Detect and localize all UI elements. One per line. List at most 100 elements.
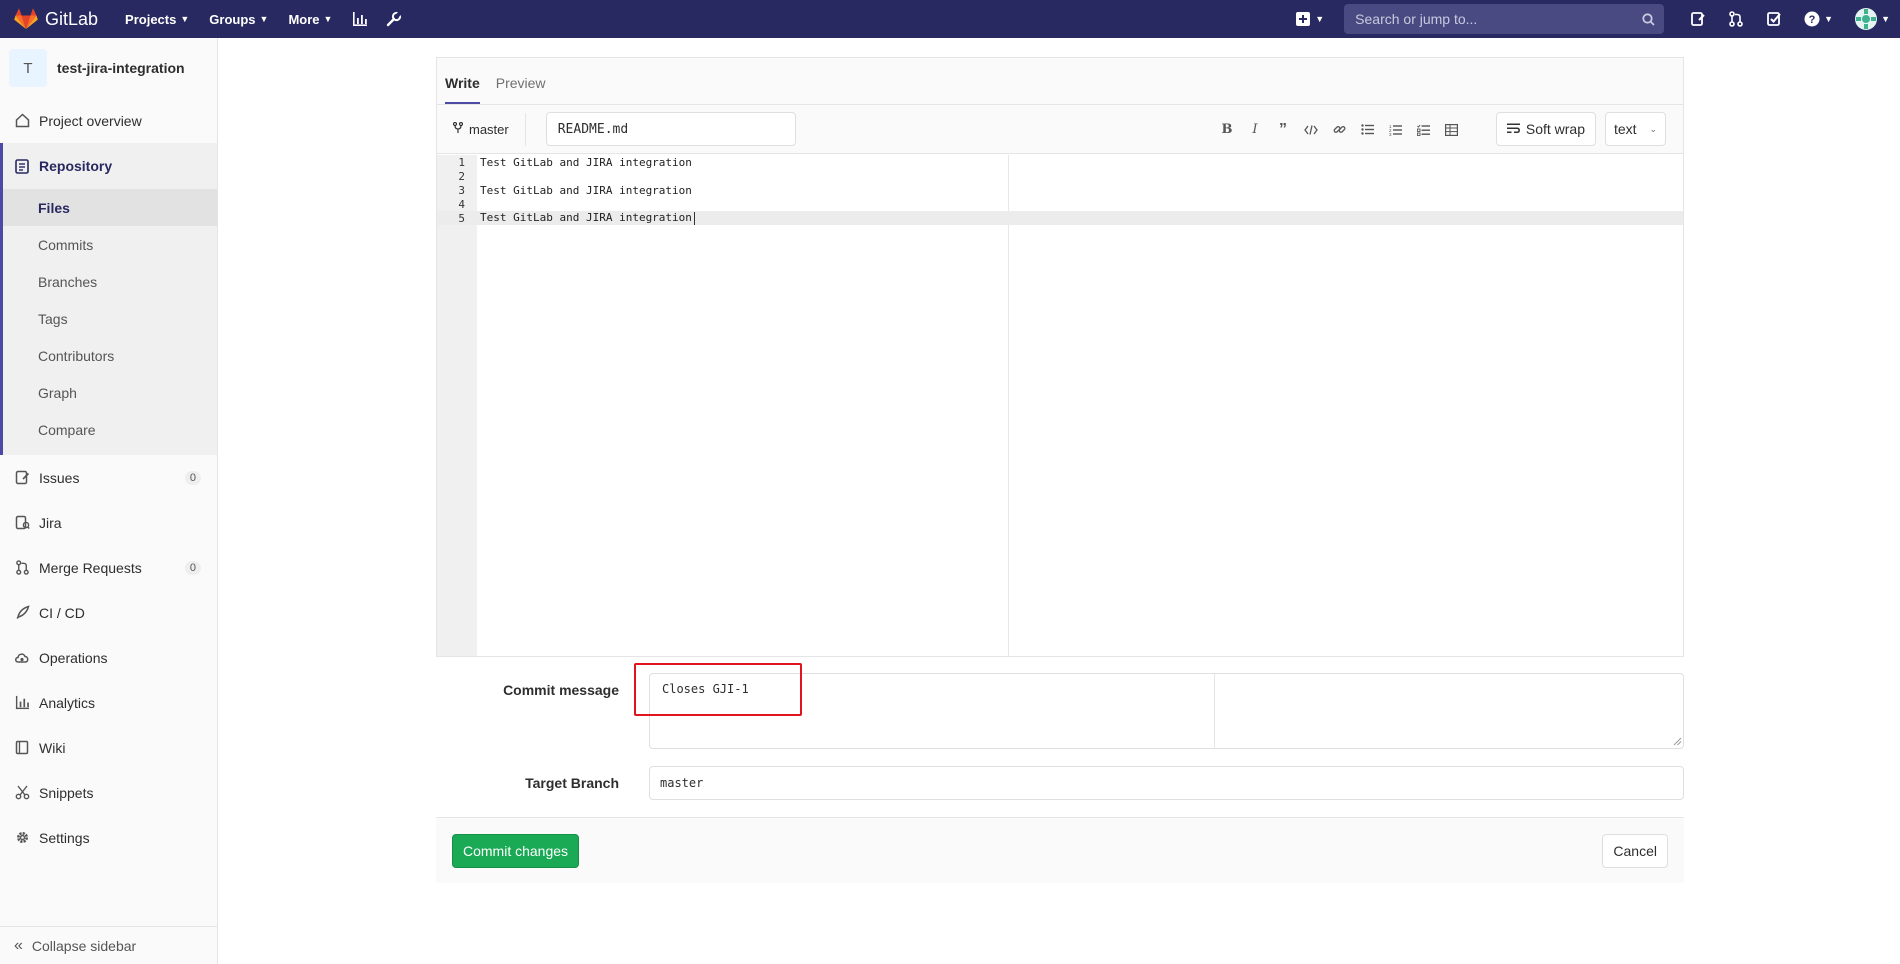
commit-changes-button[interactable]: Commit changes (452, 834, 580, 868)
sidebar-subitem-files[interactable]: Files (3, 189, 217, 226)
line-number-gutter (437, 155, 477, 656)
new-item-dropdown[interactable]: ▼ (1296, 12, 1324, 26)
help-icon[interactable]: ? ▼ (1804, 11, 1833, 27)
commit-message-field[interactable]: Closes GJI-1 (649, 673, 1684, 749)
chevron-down-icon: ▼ (1824, 14, 1834, 24)
sidebar-item-label: Analytics (39, 694, 96, 711)
chevron-down-icon: ▼ (1315, 14, 1325, 24)
wrap-icon (1506, 121, 1520, 137)
code-icon[interactable] (1297, 116, 1325, 144)
svg-text:?: ? (1809, 14, 1816, 26)
code-line: 4 (437, 197, 1683, 211)
print-margin (1008, 155, 1009, 656)
sidebar-item-repository[interactable]: Repository (3, 143, 217, 189)
cancel-button[interactable]: Cancel (1602, 834, 1668, 868)
code-editor[interactable]: 1 Test GitLab and JIRA integration 2 3 Tes… (437, 155, 1683, 656)
user-avatar-menu[interactable]: ▼ (1855, 8, 1890, 30)
gear-icon (14, 830, 30, 846)
sidebar-item-settings[interactable]: Settings (0, 815, 217, 860)
branch-name: master (469, 121, 509, 137)
tab-preview[interactable]: Preview (496, 75, 546, 104)
numbered-list-icon[interactable]: 123 (1381, 116, 1409, 144)
double-chevron-left-icon: « (14, 936, 23, 954)
line-number: 1 (458, 155, 465, 169)
sidebar-subitem-contributors[interactable]: Contributors (3, 337, 217, 374)
line-content: Test GitLab and JIRA integration (480, 211, 695, 225)
chevron-down-icon: ▼ (323, 14, 333, 24)
chevron-down-icon: ▼ (259, 14, 269, 24)
sidebar-subitem-tags[interactable]: Tags (3, 300, 217, 337)
target-branch-input[interactable] (649, 766, 1684, 800)
soft-wrap-button[interactable]: Soft wrap (1495, 112, 1596, 146)
sidebar-item-issues[interactable]: Issues 0 (0, 455, 217, 500)
link-icon[interactable] (1325, 116, 1353, 144)
top-navbar: GitLab Projects ▼ Groups ▼ More ▼ ▼ Sear… (0, 0, 1900, 38)
sidebar-item-project-overview[interactable]: Project overview (0, 98, 217, 143)
quote-icon[interactable]: ” (1269, 116, 1297, 144)
groups-menu[interactable]: Groups ▼ (209, 12, 268, 27)
sidebar-item-label: CI / CD (39, 604, 85, 621)
gitlab-home-link[interactable]: GitLab (14, 8, 98, 30)
sidebar-item-label: Snippets (39, 784, 94, 801)
issues-count-badge: 0 (184, 470, 201, 485)
bullet-list-icon[interactable] (1353, 116, 1381, 144)
line-number: 2 (458, 169, 465, 183)
more-menu[interactable]: More ▼ (288, 12, 332, 27)
search-icon (1642, 12, 1655, 26)
code-line: 2 (437, 169, 1683, 183)
bold-icon[interactable]: B (1213, 116, 1241, 144)
cloud-gear-icon (14, 650, 30, 666)
sidebar-item-jira[interactable]: Jira (0, 500, 217, 545)
task-list-icon[interactable] (1409, 116, 1437, 144)
collapse-sidebar-button[interactable]: « Collapse sidebar (0, 926, 218, 964)
todos-icon[interactable] (1766, 11, 1782, 27)
branch-ref: master (437, 112, 526, 146)
search-input[interactable] (1353, 10, 1624, 28)
more-menu-label: More (288, 11, 320, 27)
sidebar-item-label: Repository (39, 158, 113, 174)
admin-wrench-icon[interactable] (386, 11, 403, 27)
sidebar-item-label: Wiki (39, 739, 66, 756)
search-box[interactable] (1344, 4, 1665, 34)
sidebar-item-operations[interactable]: Operations (0, 635, 217, 680)
sidebar-item-cicd[interactable]: CI / CD (0, 590, 217, 635)
sidebar-subitem-compare[interactable]: Compare (3, 411, 217, 448)
sidebar-item-merge-requests[interactable]: Merge Requests 0 (0, 545, 217, 590)
sidebar-subitem-graph[interactable]: Graph (3, 374, 217, 411)
italic-icon[interactable]: I (1241, 116, 1269, 144)
sidebar-item-label: Jira (39, 514, 62, 531)
sidebar-item-wiki[interactable]: Wiki (0, 725, 217, 770)
sidebar-subitem-commits[interactable]: Commits (3, 226, 217, 263)
rocket-icon (14, 605, 30, 621)
line-content: Test GitLab and JIRA integration (480, 183, 692, 197)
document-icon (14, 158, 30, 174)
commit-message-label: Commit message (503, 682, 619, 698)
sidebar-item-analytics[interactable]: Analytics (0, 680, 217, 725)
form-actions: Commit changes Cancel (436, 817, 1684, 883)
table-icon[interactable] (1437, 116, 1465, 144)
file-name-input[interactable] (545, 112, 796, 146)
sidebar-item-snippets[interactable]: Snippets (0, 770, 217, 815)
issues-icon[interactable] (1690, 11, 1706, 27)
activity-chart-icon[interactable] (352, 11, 368, 27)
project-header[interactable]: T test-jira-integration (0, 38, 217, 98)
chevron-down-icon: ▼ (180, 14, 190, 24)
code-line: 1 Test GitLab and JIRA integration (437, 155, 1683, 169)
gitlab-logo-icon (14, 8, 38, 29)
groups-menu-label: Groups (209, 11, 256, 27)
resize-handle-icon[interactable] (1673, 737, 1682, 746)
sidebar-item-label: Merge Requests (39, 559, 142, 576)
issues-icon (14, 470, 30, 486)
chevron-down-icon: ⌄ (1649, 123, 1657, 134)
sidebar-subitem-branches[interactable]: Branches (3, 263, 217, 300)
chevron-down-icon: ▼ (1881, 14, 1890, 24)
commit-message-divider (1214, 674, 1215, 748)
projects-menu-label: Projects (125, 11, 177, 27)
chart-icon (14, 695, 30, 711)
line-number: 4 (458, 197, 465, 211)
projects-menu[interactable]: Projects ▼ (125, 12, 189, 27)
language-select[interactable]: text ⌄ (1605, 112, 1666, 146)
tab-write[interactable]: Write (445, 75, 480, 104)
language-label: text (1614, 121, 1637, 137)
merge-request-icon[interactable] (1728, 11, 1744, 27)
